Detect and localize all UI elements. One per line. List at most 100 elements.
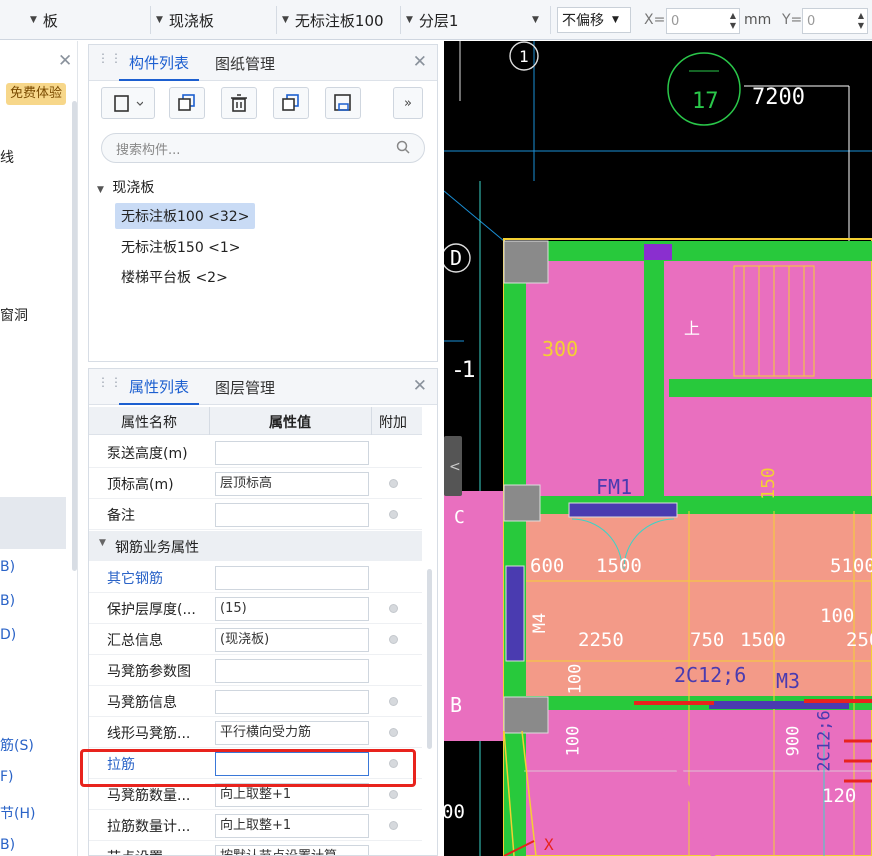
tree-item[interactable]: 楼梯平台板 <2>: [121, 267, 228, 287]
tab-layer-management[interactable]: 图层管理: [207, 369, 283, 405]
table-row: 线形马凳筋... 平行横向受力筋: [89, 717, 422, 748]
axis-label-b: B: [450, 693, 463, 717]
copy-floor-button[interactable]: [273, 87, 309, 119]
prop-value-input[interactable]: (15): [215, 597, 369, 621]
prop-name: 马凳筋数量...: [107, 788, 191, 804]
chevron-down-icon[interactable]: ▼: [99, 538, 106, 548]
extra-checkbox[interactable]: [389, 604, 398, 613]
delete-component-button[interactable]: [221, 87, 257, 119]
offset-select[interactable]: 不偏移 ▼: [557, 7, 631, 33]
chevron-down-icon: ▼: [406, 15, 413, 25]
save-icon: [334, 94, 351, 111]
table-header: 属性名称 属性值 附加: [89, 407, 422, 435]
more-button[interactable]: »: [393, 87, 423, 119]
prop-value-input[interactable]: 按默认节点设置计算: [215, 845, 369, 855]
nav-item[interactable]: 节(H): [0, 803, 35, 823]
scrollbar[interactable]: [72, 101, 77, 571]
y-input[interactable]: 0 ▲ ▼: [802, 8, 868, 34]
prop-name-link[interactable]: 其它钢筋: [107, 568, 163, 588]
prop-value-input[interactable]: [215, 503, 369, 527]
prop-name: 马凳筋参数图: [107, 664, 191, 680]
dim-label: 250: [846, 629, 872, 651]
svg-text:<: <: [449, 459, 461, 475]
nav-item[interactable]: F): [0, 769, 14, 785]
close-icon[interactable]: ✕: [413, 376, 427, 396]
nav-item[interactable]: B): [0, 837, 15, 853]
prop-value-input[interactable]: [215, 659, 369, 683]
close-icon[interactable]: ✕: [58, 51, 72, 71]
prop-value-input[interactable]: [215, 566, 369, 590]
nav-item[interactable]: B): [0, 559, 15, 575]
prop-value-input[interactable]: [215, 441, 369, 465]
table-row: 节点设置 按默认节点设置计算: [89, 841, 422, 855]
extra-checkbox[interactable]: [389, 790, 398, 799]
nav-item[interactable]: 窗洞: [0, 305, 28, 325]
dim-label: 00: [444, 801, 465, 823]
type-dropdown[interactable]: ▼ 板: [30, 6, 58, 34]
copy-component-button[interactable]: [169, 87, 205, 119]
nav-item-selected[interactable]: [0, 497, 66, 549]
door-label: FM1: [596, 475, 633, 499]
chevron-down-icon: ▼: [282, 15, 289, 25]
type-dropdown-value: 板: [42, 11, 58, 30]
tab-drawing-management[interactable]: 图纸管理: [207, 45, 283, 81]
tab-property-list[interactable]: 属性列表: [119, 369, 200, 405]
extra-checkbox[interactable]: [389, 697, 398, 706]
stepper-icon[interactable]: ▲ ▼: [730, 11, 736, 31]
tree-item-selected[interactable]: 无标注板100 <32>: [115, 203, 256, 229]
prop-value-input[interactable]: 层顶标高: [215, 472, 369, 496]
search-icon[interactable]: [396, 140, 410, 154]
layer-dropdown[interactable]: ▼ 分层1: [406, 6, 458, 34]
drag-handle-icon[interactable]: ⋮⋮: [97, 376, 122, 395]
save-component-button[interactable]: [325, 87, 361, 119]
double-chevron-icon: »: [404, 95, 412, 111]
close-icon[interactable]: ✕: [413, 52, 427, 72]
prop-value-input[interactable]: 平行横向受力筋: [215, 721, 369, 745]
detail-number: 17: [692, 89, 719, 114]
nav-item[interactable]: 筋(S): [0, 735, 34, 755]
prop-name: 线形马凳筋...: [107, 726, 191, 742]
section-header[interactable]: ▼ 钢筋业务属性: [89, 531, 422, 561]
extra-checkbox[interactable]: [389, 728, 398, 737]
extra-checkbox[interactable]: [389, 635, 398, 644]
prop-value-input[interactable]: [215, 690, 369, 714]
nav-item[interactable]: 线: [0, 147, 14, 167]
table-row: 备注: [89, 499, 422, 530]
extra-checkbox[interactable]: [389, 821, 398, 830]
dim-label: 1500: [740, 629, 786, 651]
header-name: 属性名称: [121, 415, 177, 431]
rebar-label: 2C12;6: [814, 710, 835, 772]
subtype-dropdown[interactable]: ▼ 现浇板: [156, 6, 214, 34]
extra-checkbox[interactable]: [389, 479, 398, 488]
new-component-button[interactable]: [101, 87, 155, 119]
tab-component-list[interactable]: 构件列表: [119, 45, 200, 81]
prop-value-input[interactable]: 向上取整+1: [215, 814, 369, 838]
search-input[interactable]: 搜索构件...: [101, 133, 425, 163]
chevron-down-icon[interactable]: ▼: [97, 185, 104, 195]
nav-item[interactable]: B): [0, 593, 15, 609]
table-row: 汇总信息 (现浇板): [89, 624, 422, 655]
x-label: X=: [644, 12, 666, 28]
door-label: M3: [776, 669, 801, 693]
prop-value-input[interactable]: (现浇板): [215, 628, 369, 652]
table-row: 顶标高(m) 层顶标高: [89, 468, 422, 499]
cad-drawing-canvas[interactable]: -1 < 1 7200 17 D 300 FM1 150 600 1500 51…: [444, 41, 872, 856]
tree-item[interactable]: 无标注板150 <1>: [121, 237, 241, 257]
dim-label: 1500: [596, 555, 642, 577]
dim-label: 600: [530, 555, 565, 577]
x-input[interactable]: 0 ▲ ▼: [666, 8, 740, 34]
extra-checkbox[interactable]: [389, 510, 398, 519]
component-dropdown[interactable]: ▼ 无标注板100: [282, 6, 384, 34]
dim-label: 5100: [830, 555, 872, 577]
section-title: 钢筋业务属性: [115, 540, 199, 556]
scrollbar[interactable]: [427, 569, 432, 749]
nav-item[interactable]: D): [0, 627, 16, 643]
free-trial-badge[interactable]: 免费体验: [6, 83, 67, 105]
dim-label: 100: [565, 663, 586, 695]
stepper-icon[interactable]: ▲ ▼: [858, 11, 864, 31]
top-toolbar: ▼ 板 ▼ 现浇板 ▼ 无标注板100 ▼ 分层1 ▼ 不偏移 ▼ X= 0 ▲…: [0, 0, 872, 40]
chevron-down-icon: ▼: [156, 15, 163, 25]
tree-root[interactable]: ▼ 现浇板: [97, 177, 154, 197]
chevron-down-icon: ▼: [532, 15, 539, 25]
drag-handle-icon[interactable]: ⋮⋮: [97, 52, 122, 71]
